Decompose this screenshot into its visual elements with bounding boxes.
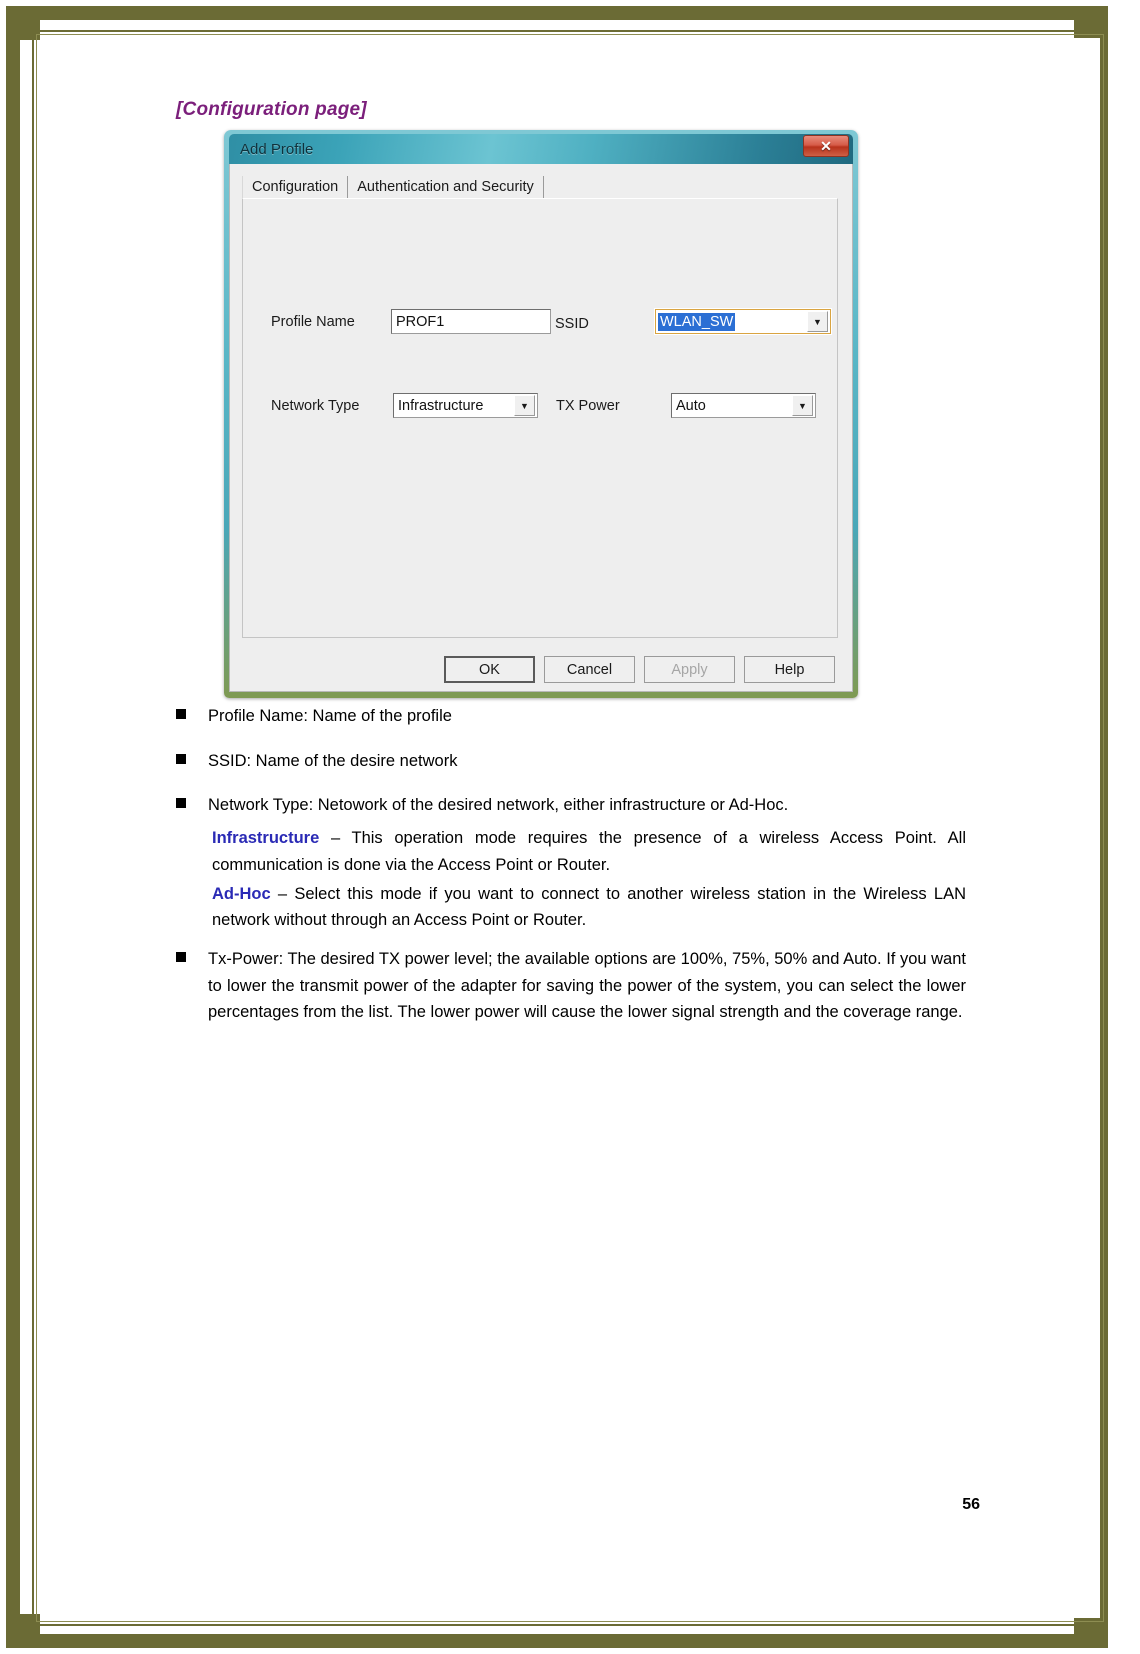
tx-power-combobox-value: Auto: [676, 397, 706, 414]
chevron-down-icon[interactable]: ▼: [514, 395, 535, 416]
ssid-combobox-value: WLAN_SW: [658, 312, 736, 331]
tx-power-combobox[interactable]: Auto ▼: [671, 393, 816, 418]
network-type-combobox-value: Infrastructure: [398, 397, 484, 414]
paragraph-infrastructure-text: – This operation mode requires the prese…: [212, 829, 966, 874]
tx-power-label: TX Power: [556, 398, 620, 414]
cancel-button[interactable]: Cancel: [544, 656, 635, 683]
bullet-ssid: SSID: Name of the desire network: [208, 751, 458, 770]
bullet-square-icon: [176, 753, 186, 764]
add-profile-dialog: Add Profile ✕ Configuration Authenticati…: [224, 130, 858, 698]
description-list: Profile Name: Name of the profile SSID: …: [176, 703, 966, 1044]
ssid-combobox[interactable]: WLAN_SW ▼: [654, 308, 832, 335]
configuration-tab-panel: Profile Name PROF1 SSID WLAN_SW ▼ Networ…: [242, 198, 838, 638]
bullet-network-type: Network Type: Netowork of the desired ne…: [208, 796, 789, 815]
tab-configuration[interactable]: Configuration: [242, 176, 348, 199]
bullet-square-icon: [176, 798, 186, 809]
dialog-titlebar: Add Profile ✕: [229, 134, 853, 164]
list-item: SSID: Name of the desire network: [176, 748, 966, 775]
dialog-title: Add Profile: [240, 140, 314, 158]
network-type-combobox[interactable]: Infrastructure ▼: [393, 393, 538, 418]
bullet-square-icon: [176, 952, 186, 963]
network-type-label: Network Type: [271, 398, 360, 414]
paragraph-infrastructure: Infrastructure – This operation mode req…: [212, 825, 966, 878]
dialog-button-row: OK Cancel Apply Help: [230, 656, 852, 683]
bullet-profile-name: Profile Name: Name of the profile: [208, 707, 452, 725]
list-item: Profile Name: Name of the profile: [176, 703, 966, 730]
paragraph-adhoc-text: – Select this mode if you want to connec…: [212, 884, 966, 930]
page-content: [Configuration page] Add Profile ✕ Confi…: [0, 0, 1140, 1654]
bullet-square-icon: [176, 709, 186, 719]
ok-button[interactable]: OK: [444, 656, 535, 683]
keyword-ad-hoc: Ad-Hoc: [212, 884, 271, 903]
paragraph-adhoc: Ad-Hoc – Select this mode if you want to…: [212, 881, 966, 934]
help-button[interactable]: Help: [744, 656, 835, 683]
profile-name-input[interactable]: PROF1: [391, 309, 551, 334]
list-item: Network Type: Netowork of the desired ne…: [176, 792, 966, 819]
chevron-down-icon[interactable]: ▼: [807, 311, 828, 332]
page-number: 56: [962, 1496, 980, 1513]
keyword-infrastructure: Infrastructure: [212, 829, 320, 848]
close-icon[interactable]: ✕: [803, 135, 849, 157]
bullet-tx-power: Tx-Power: The desired TX power level; th…: [208, 950, 966, 1022]
chevron-down-icon[interactable]: ▼: [792, 395, 813, 416]
page-title: [Configuration page]: [176, 99, 367, 120]
profile-name-label: Profile Name: [271, 314, 355, 330]
tab-authentication-and-security[interactable]: Authentication and Security: [347, 176, 544, 199]
apply-button: Apply: [644, 656, 735, 683]
list-item: Tx-Power: The desired TX power level; th…: [176, 946, 966, 1026]
dialog-body: Configuration Authentication and Securit…: [229, 164, 853, 692]
dialog-tabstrip: Configuration Authentication and Securit…: [242, 173, 544, 199]
ssid-label: SSID: [555, 316, 589, 332]
